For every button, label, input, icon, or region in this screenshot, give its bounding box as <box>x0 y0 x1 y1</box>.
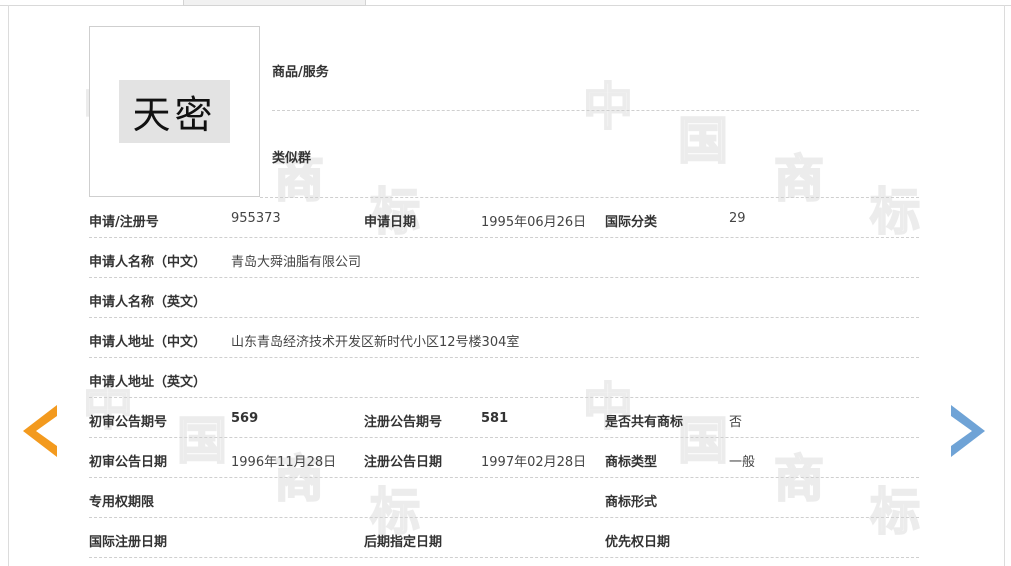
info-row-applicant-address-en: 申请人地址（英文） <box>89 358 919 398</box>
divider <box>272 110 919 111</box>
shared-trademark-value: 否 <box>729 415 743 430</box>
goods-services-label: 商品/服务 <box>272 65 329 80</box>
field-label: 申请人名称（英文） <box>89 295 207 310</box>
trademark-image-frame[interactable]: 天密 <box>89 26 260 197</box>
field-label: 申请人名称（中文） <box>89 255 207 270</box>
field-label: 初审公告期号 <box>89 415 168 430</box>
field-label: 注册公告期号 <box>364 415 443 430</box>
info-row-applicant-name-cn: 申请人名称（中文） 青岛大舜油脂有限公司 <box>89 238 919 278</box>
trademark-image: 天密 <box>119 80 230 143</box>
info-row-intl-registration: 国际注册日期 后期指定日期 优先权日期 <box>89 518 919 558</box>
field-label: 初审公告日期 <box>89 455 168 470</box>
field-label: 申请/注册号 <box>89 215 159 230</box>
info-row-applicant-name-en: 申请人名称（英文） <box>89 278 919 318</box>
preliminary-issue-value: 569 <box>231 411 259 426</box>
application-date-value: 1995年06月26日 <box>481 215 587 230</box>
info-row-applicant-address-cn: 申请人地址（中文） 山东青岛经济技术开发区新时代小区12号楼304室 <box>89 318 919 358</box>
field-label: 注册公告日期 <box>364 455 443 470</box>
field-label: 国际分类 <box>605 215 658 230</box>
field-label: 商标形式 <box>605 495 658 510</box>
similar-group-label: 类似群 <box>272 151 312 166</box>
applicant-name-cn-value: 青岛大舜油脂有限公司 <box>231 255 362 270</box>
trademark-type-value: 一般 <box>729 455 756 470</box>
field-label: 后期指定日期 <box>364 535 443 550</box>
field-label: 优先权日期 <box>605 535 671 550</box>
info-row-exclusive-period: 专用权期限 商标形式 <box>89 478 919 518</box>
field-label: 是否共有商标 <box>605 415 684 430</box>
intl-class-value: 29 <box>729 211 746 226</box>
preliminary-date-value: 1996年11月28日 <box>231 455 337 470</box>
field-label: 申请日期 <box>364 215 417 230</box>
application-number-value: 955373 <box>231 211 281 226</box>
applicant-address-cn-value: 山东青岛经济技术开发区新时代小区12号楼304室 <box>231 335 520 350</box>
registration-issue-value: 581 <box>481 411 509 426</box>
field-label: 国际注册日期 <box>89 535 168 550</box>
field-label: 专用权期限 <box>89 495 155 510</box>
field-label: 申请人地址（英文） <box>89 375 207 390</box>
divider <box>89 557 919 558</box>
field-label: 申请人地址（中文） <box>89 335 207 350</box>
prev-arrow-icon[interactable] <box>23 405 57 457</box>
field-label: 商标类型 <box>605 455 658 470</box>
next-arrow-icon[interactable] <box>951 405 985 457</box>
info-row-announcement-date: 初审公告日期 1996年11月28日 注册公告日期 1997年02月28日 商标… <box>89 438 919 478</box>
registration-date-value: 1997年02月28日 <box>481 455 587 470</box>
info-row-announcement-issue: 初审公告期号 569 注册公告期号 581 是否共有商标 否 <box>89 398 919 438</box>
info-row-application-number: 申请/注册号 955373 申请日期 1995年06月26日 国际分类 29 <box>89 198 919 238</box>
